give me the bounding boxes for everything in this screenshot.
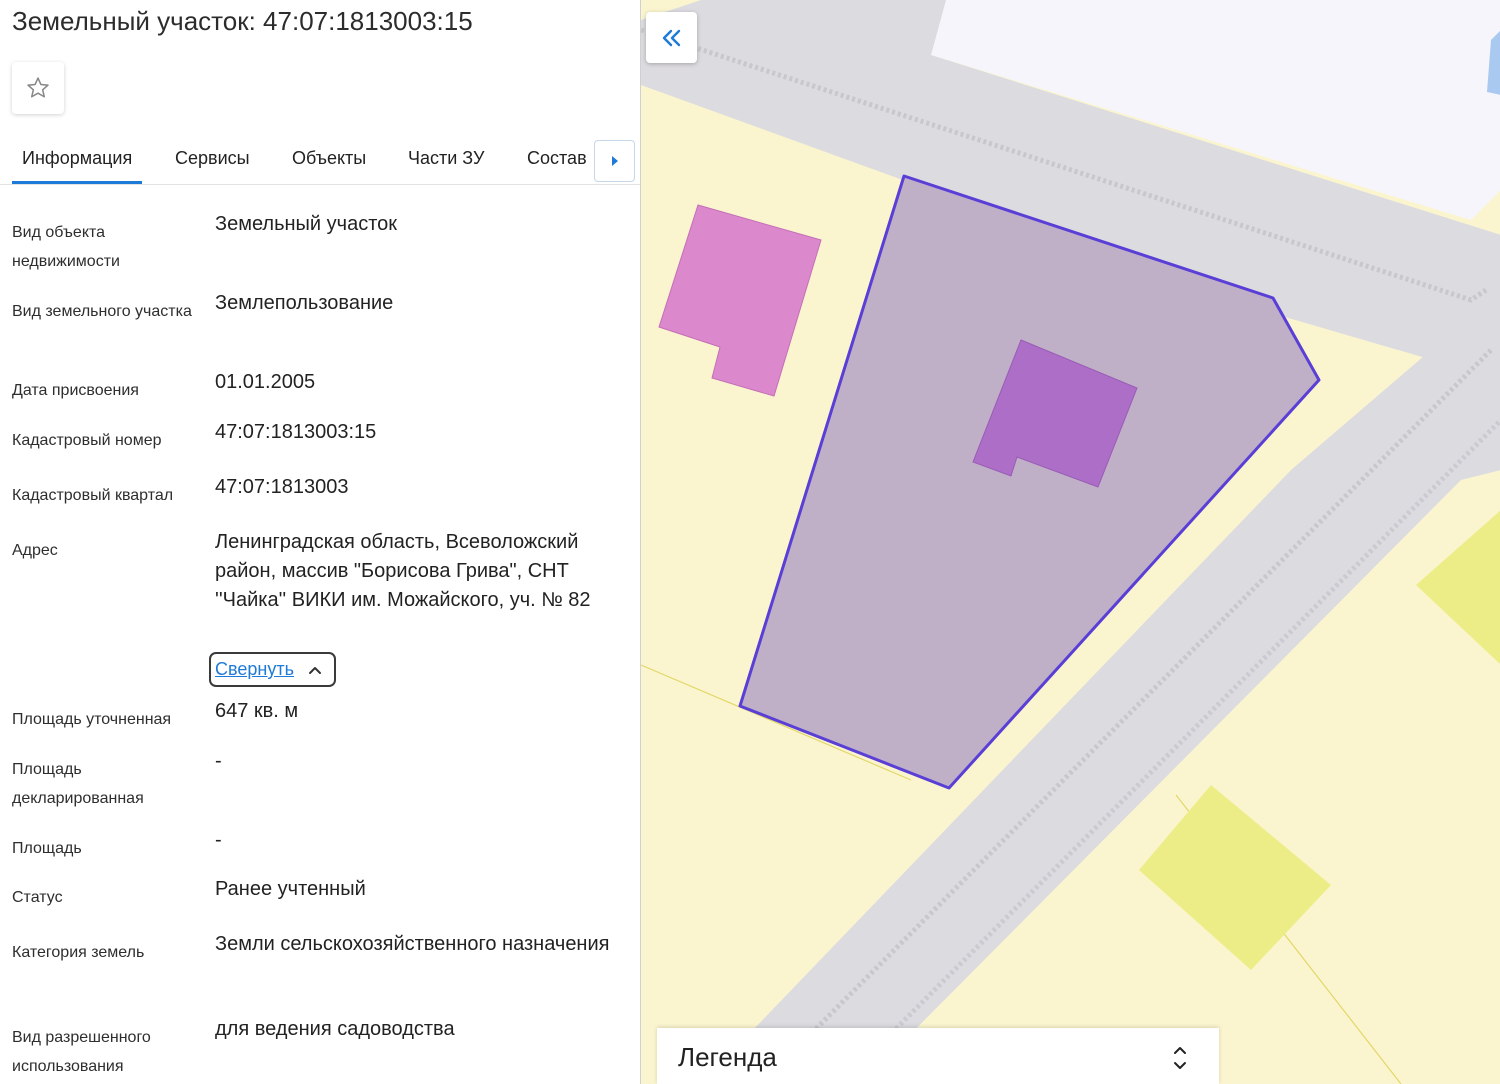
field-value: Земельный участок [215, 213, 398, 235]
field-label: Площадь [12, 840, 82, 857]
field-value: Ленинградская область, Всеволожский райо… [215, 531, 591, 611]
field-value: для ведения садоводства [215, 1018, 455, 1040]
field-value: Землепользование [215, 292, 394, 314]
collapse-label: Свернуть [215, 659, 294, 679]
chevron-up-down-icon[interactable] [1173, 1044, 1187, 1072]
field-value: 01.01.2005 [215, 371, 316, 393]
field-value: 47:07:1813003 [215, 476, 349, 498]
field-value: 47:07:1813003:15 [215, 421, 377, 443]
field-label: Кадастровый номер [12, 432, 162, 449]
tabs-next-button[interactable] [594, 140, 635, 182]
field-value: Земли сельскохозяйственного назначения [215, 933, 610, 955]
tab-parcel-parts[interactable]: Части ЗУ [398, 136, 494, 184]
caret-right-icon [611, 156, 618, 166]
field-label: Статус [12, 889, 63, 906]
map-building-yellow-1 [1416, 510, 1500, 665]
legend-title: Легенда [678, 1042, 777, 1072]
star-outline-icon [27, 77, 49, 98]
field-label: Категория земель [12, 944, 145, 961]
tab-composition[interactable]: Состав [517, 136, 597, 184]
chevron-up-icon [308, 666, 321, 674]
field-value: 647 кв. м [215, 700, 299, 722]
map-view[interactable] [640, 0, 1500, 1084]
tab-information[interactable]: Информация [12, 136, 143, 184]
field-label: Площадь декларированная [12, 761, 144, 807]
favorite-button[interactable] [12, 62, 64, 114]
legend-bar[interactable]: Легенда [657, 1028, 1219, 1084]
app-root: Земельный участок: 47:07:1813003:15 Инфо… [0, 0, 1500, 1084]
info-panel: Земельный участок: 47:07:1813003:15 Инфо… [0, 0, 640, 1084]
map-canvas[interactable] [641, 0, 1500, 1084]
page-title: Земельный участок: 47:07:1813003:15 [12, 6, 473, 36]
field-value: - [215, 829, 222, 851]
map-building-neighbour [658, 204, 822, 397]
field-label: Дата присвоения [12, 382, 139, 399]
tab-services[interactable]: Сервисы [165, 136, 260, 184]
field-value: - [215, 750, 222, 772]
collapse-panel-button[interactable] [646, 12, 697, 63]
field-label: Площадь уточненная [12, 711, 172, 728]
map-building-yellow-2 [1139, 785, 1331, 970]
collapse-address-link[interactable]: Свернуть [209, 652, 336, 687]
tab-bar: Информация Сервисы Объекты Части ЗУ Сост… [0, 136, 640, 185]
field-label: Вид разрешенного использования [12, 1029, 151, 1075]
field-label: Адрес [12, 542, 58, 559]
field-label: Вид земельного участка [12, 303, 192, 320]
field-label: Кадастровый квартал [12, 487, 174, 504]
tab-objects[interactable]: Объекты [282, 136, 376, 184]
double-chevron-left-icon [662, 29, 680, 46]
field-value: Ранее учтенный [215, 878, 366, 900]
field-label: Вид объекта недвижимости [12, 224, 120, 270]
